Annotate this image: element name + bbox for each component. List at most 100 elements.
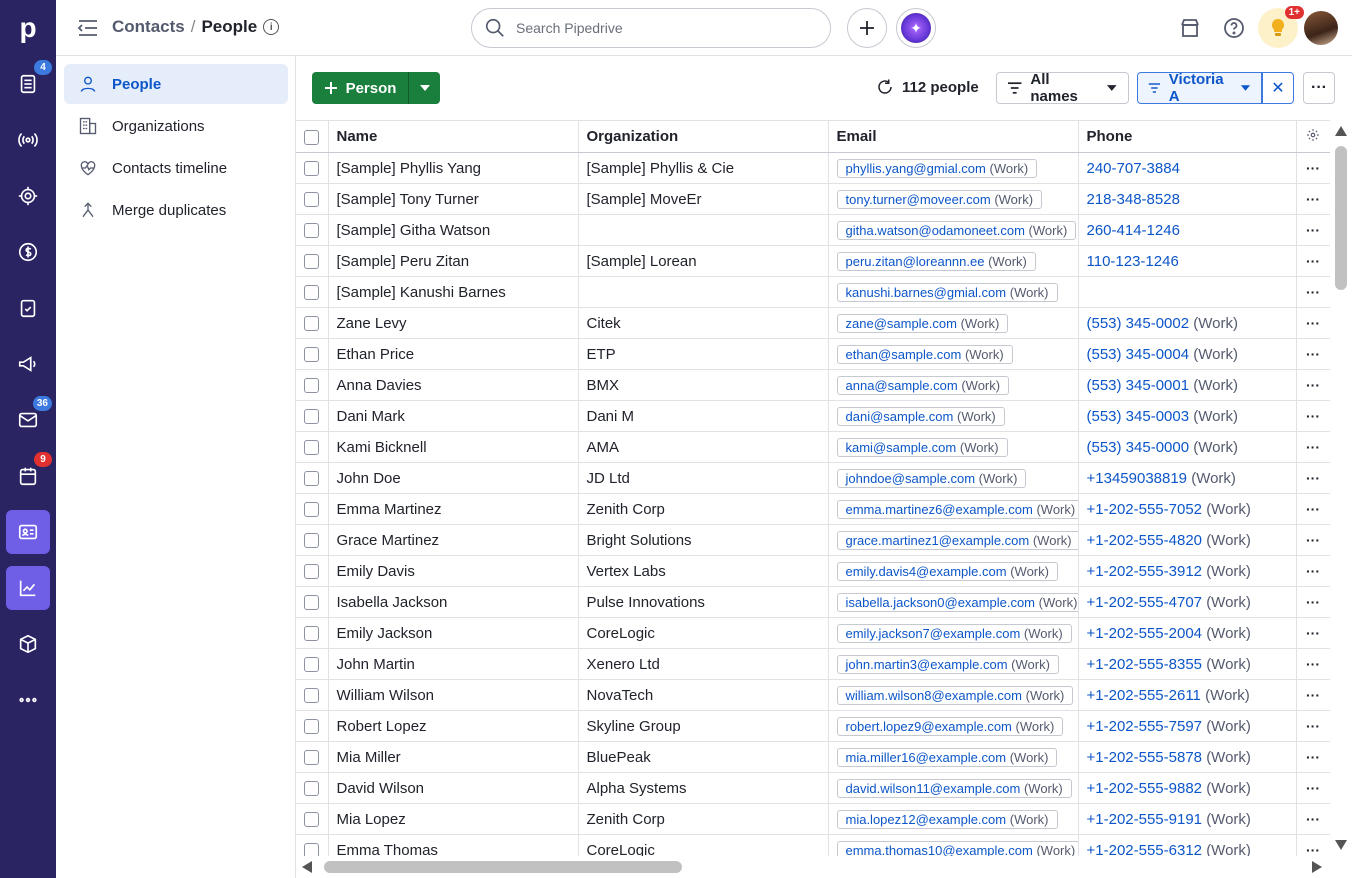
organization-name[interactable]: Citek [578, 307, 829, 339]
row-checkbox[interactable] [304, 781, 320, 797]
phone-number[interactable]: 218-348-8528 [1087, 191, 1180, 208]
table-row[interactable]: Dani Mark Dani Mdani@sample.com (Work) (55… [296, 400, 1330, 432]
phone-number[interactable]: 240-707-3884 [1087, 160, 1180, 177]
organization-name[interactable]: [Sample] MoveEr [578, 183, 829, 215]
rail-contacts[interactable] [6, 510, 50, 554]
organization-name[interactable]: NovaTech [578, 679, 829, 711]
row-actions-button[interactable]: ··· [1296, 772, 1330, 804]
email-chip[interactable]: githa.watson@odamoneet.com (Work) [836, 220, 1077, 240]
table-row[interactable]: Isabella Jackson Pulse Innovations isabell… [296, 586, 1330, 618]
table-row[interactable]: David Wilson Alpha Systems david.wilson11@… [296, 772, 1330, 804]
phone-number[interactable]: +1-202-555-2611 [1087, 687, 1201, 704]
table-row[interactable]: Emma Thomas CoreLogic emma.thomas10@exampl… [296, 834, 1330, 857]
table-row[interactable]: [Sample] Kanushi Barnes kanushi.barnes@gm… [296, 276, 1330, 308]
email-chip[interactable]: mia.lopez12@example.com (Work) [836, 809, 1058, 829]
organization-name[interactable]: Alpha Systems [578, 772, 829, 804]
phone-number[interactable]: 110-123-1246 [1087, 253, 1179, 270]
quick-add-button[interactable] [847, 8, 887, 48]
table-row[interactable]: [Sample] Peru Zitan [Sample] Lorean peru.z… [296, 245, 1330, 277]
row-actions-button[interactable]: ··· [1296, 307, 1330, 339]
owner-filter-dropdown[interactable]: Victoria A [1137, 71, 1262, 105]
table-row[interactable]: Kami Bicknell AMA kami@sample.com (Work) (5… [296, 431, 1330, 463]
rail-insights[interactable] [6, 566, 50, 610]
phone-number[interactable]: (553) 345-0002 [1087, 315, 1190, 332]
phone-number[interactable]: (553) 345-0000 [1087, 439, 1190, 456]
row-checkbox[interactable] [304, 843, 320, 856]
row-checkbox[interactable] [304, 688, 320, 704]
row-checkbox[interactable] [304, 750, 320, 766]
row-actions-button[interactable]: ··· [1296, 834, 1330, 856]
person-name[interactable]: [Sample] Githa Watson [328, 214, 579, 246]
phone-number[interactable]: +1-202-555-2004 [1087, 625, 1203, 642]
column-header-organization[interactable]: Organization [578, 120, 829, 153]
phone-number[interactable]: +1-202-555-5878 [1087, 749, 1203, 766]
person-name[interactable]: [Sample] Kanushi Barnes [328, 276, 579, 308]
row-actions-button[interactable]: ··· [1296, 214, 1330, 246]
phone-number[interactable]: +1-202-555-7052 [1087, 501, 1203, 518]
table-row[interactable]: Zane Levy Citek zane@sample.com (Work) (553… [296, 307, 1330, 339]
organization-name[interactable]: Dani M [578, 400, 829, 432]
help-icon[interactable] [1222, 16, 1246, 40]
clear-filter-button[interactable]: ✕ [1262, 72, 1294, 104]
person-name[interactable]: Grace Martinez [328, 524, 579, 556]
phone-number[interactable]: +1-202-555-8355 [1087, 656, 1203, 673]
person-name[interactable]: William Wilson [328, 679, 579, 711]
row-actions-button[interactable]: ··· [1296, 338, 1330, 370]
person-name[interactable]: Emily Davis [328, 555, 579, 587]
email-chip[interactable]: peru.zitan@loreannn.ee (Work) [836, 251, 1036, 271]
table-row[interactable]: Grace Martinez Bright Solutions grace.mart… [296, 524, 1330, 556]
table-row[interactable]: Mia Lopez Zenith Corp mia.lopez12@example.… [296, 803, 1330, 835]
row-actions-button[interactable]: ··· [1296, 555, 1330, 587]
organization-name[interactable] [578, 276, 829, 308]
phone-number[interactable]: +1-202-555-9191 [1087, 811, 1203, 828]
row-actions-button[interactable]: ··· [1296, 183, 1330, 215]
phone-number[interactable]: +1-202-555-4820 [1087, 532, 1203, 549]
person-name[interactable]: Emily Jackson [328, 617, 579, 649]
organization-name[interactable]: BluePeak [578, 741, 829, 773]
row-actions-button[interactable]: ··· [1296, 462, 1330, 494]
person-name[interactable]: [Sample] Tony Turner [328, 183, 579, 215]
column-header-name[interactable]: Name [328, 120, 579, 153]
row-checkbox[interactable] [304, 564, 320, 580]
info-icon[interactable]: i [263, 19, 280, 35]
row-checkbox[interactable] [304, 471, 320, 487]
rail-products[interactable] [6, 622, 50, 666]
sidebar-item-organizations[interactable]: Organizations [64, 106, 288, 146]
person-name[interactable]: Kami Bicknell [328, 431, 579, 463]
organization-name[interactable]: AMA [578, 431, 829, 463]
organization-name[interactable]: Pulse Innovations [578, 586, 829, 618]
organization-name[interactable]: [Sample] Lorean [578, 245, 829, 277]
person-name[interactable]: David Wilson [328, 772, 579, 804]
row-checkbox[interactable] [304, 502, 320, 518]
organization-name[interactable]: Zenith Corp [578, 493, 829, 525]
organization-name[interactable]: Xenero Ltd [578, 648, 829, 680]
row-actions-button[interactable]: ··· [1296, 617, 1330, 649]
person-name[interactable]: Mia Lopez [328, 803, 579, 835]
email-chip[interactable]: anna@sample.com (Work) [836, 375, 1010, 395]
table-row[interactable]: Emma Martinez Zenith Corp emma.martinez6@e… [296, 493, 1330, 525]
phone-number[interactable]: +1-202-555-3912 [1087, 563, 1203, 580]
rail-mail[interactable]: 36 [6, 396, 52, 442]
scroll-left-arrow-icon[interactable] [302, 861, 312, 873]
row-checkbox[interactable] [304, 316, 320, 332]
refresh-icon[interactable] [876, 78, 894, 96]
collapse-sidebar-icon[interactable] [76, 17, 100, 39]
organization-name[interactable]: Vertex Labs [578, 555, 829, 587]
table-row[interactable]: [Sample] Githa Watson githa.watson@odamon… [296, 214, 1330, 246]
person-name[interactable]: Anna Davies [328, 369, 579, 401]
phone-number[interactable]: +1-202-555-9882 [1087, 780, 1203, 797]
rail-deals[interactable] [6, 230, 50, 274]
row-checkbox[interactable] [304, 347, 320, 363]
scroll-down-arrow-icon[interactable] [1335, 840, 1347, 850]
email-chip[interactable]: emily.jackson7@example.com (Work) [836, 623, 1072, 643]
organization-name[interactable]: JD Ltd [578, 462, 829, 494]
organization-name[interactable]: CoreLogic [578, 617, 829, 649]
breadcrumb-contacts[interactable]: Contacts [112, 17, 185, 37]
person-name[interactable]: Emma Thomas [328, 834, 579, 856]
phone-number[interactable]: +1-202-555-6312 [1087, 842, 1203, 857]
add-person-button[interactable]: Person [312, 72, 408, 104]
email-chip[interactable]: john.martin3@example.com (Work) [836, 654, 1059, 674]
pipedrive-logo[interactable]: p [0, 0, 56, 56]
phone-number[interactable]: (553) 345-0004 [1087, 346, 1190, 363]
person-name[interactable]: [Sample] Peru Zitan [328, 245, 579, 277]
